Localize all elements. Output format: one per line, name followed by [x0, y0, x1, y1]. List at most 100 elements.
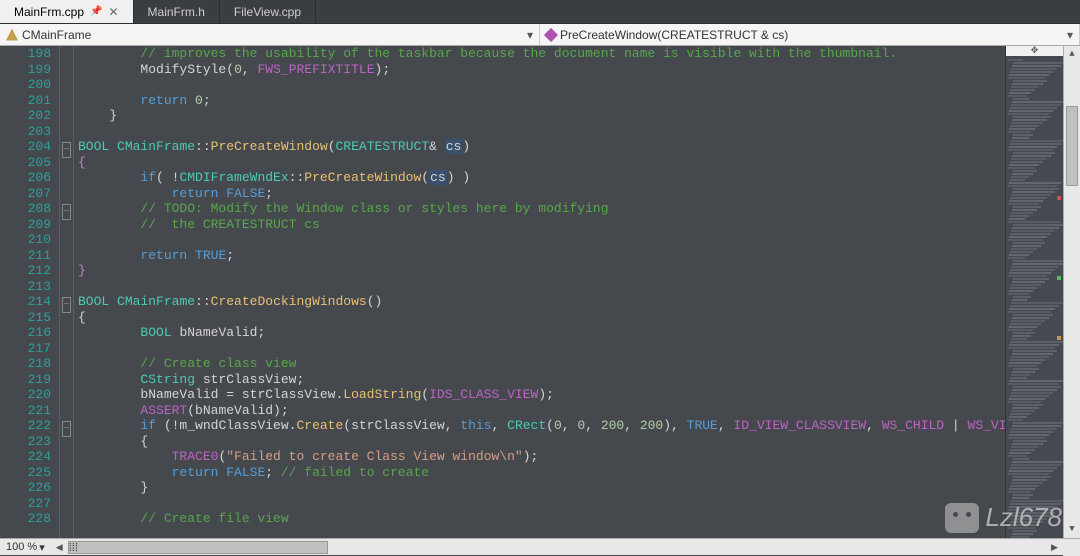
- code-line[interactable]: [78, 279, 1005, 295]
- fold-cell[interactable]: [60, 465, 73, 481]
- watermark-text: Lzl678: [985, 502, 1062, 533]
- code-line[interactable]: ASSERT(bNameValid);: [78, 403, 1005, 419]
- code-editor[interactable]: 1981992002012022032042052062072082092102…: [0, 46, 1080, 538]
- line-number: 219: [0, 372, 51, 388]
- fold-cell[interactable]: [60, 434, 73, 450]
- fold-cell[interactable]: [60, 248, 73, 264]
- fold-cell[interactable]: [60, 449, 73, 465]
- fold-cell[interactable]: −: [60, 418, 73, 434]
- line-number: 201: [0, 93, 51, 109]
- code-line[interactable]: return 0;: [78, 93, 1005, 109]
- code-line[interactable]: // the CREATESTRUCT cs: [78, 217, 1005, 233]
- scroll-left-arrow[interactable]: ◀: [51, 540, 68, 555]
- fold-cell[interactable]: [60, 372, 73, 388]
- pin-icon[interactable]: 📌: [90, 6, 102, 17]
- scroll-down-arrow[interactable]: ▼: [1064, 521, 1080, 538]
- scrollbar-thumb[interactable]: ⁞⁞⁞: [68, 541, 328, 554]
- tab-mainfrm-cpp[interactable]: MainFrm.cpp 📌 ✕: [0, 0, 134, 23]
- scrollbar-thumb[interactable]: [1066, 106, 1078, 186]
- fold-cell[interactable]: [60, 46, 73, 62]
- code-line[interactable]: CString strClassView;: [78, 372, 1005, 388]
- watermark: Lzl678: [945, 502, 1062, 533]
- code-line[interactable]: {: [78, 155, 1005, 171]
- code-line[interactable]: [78, 77, 1005, 93]
- fold-cell[interactable]: [60, 403, 73, 419]
- fold-cell[interactable]: [60, 263, 73, 279]
- fold-cell[interactable]: [60, 108, 73, 124]
- code-line[interactable]: }: [78, 263, 1005, 279]
- scrollbar-track[interactable]: ⁞⁞⁞: [68, 540, 1046, 555]
- code-line[interactable]: [78, 496, 1005, 512]
- fold-cell[interactable]: [60, 325, 73, 341]
- code-line[interactable]: {: [78, 310, 1005, 326]
- code-line[interactable]: BOOL CMainFrame::PreCreateWindow(CREATES…: [78, 139, 1005, 155]
- code-line[interactable]: BOOL CMainFrame::CreateDockingWindows(): [78, 294, 1005, 310]
- tab-label: MainFrm.h: [148, 5, 205, 19]
- code-line[interactable]: // TODO: Modify the Window class or styl…: [78, 201, 1005, 217]
- code-line[interactable]: if (!m_wndClassView.Create(strClassView,…: [78, 418, 1005, 434]
- fold-cell[interactable]: [60, 341, 73, 357]
- fold-cell[interactable]: −: [60, 201, 73, 217]
- code-line[interactable]: return TRUE;: [78, 248, 1005, 264]
- code-line[interactable]: return FALSE;: [78, 186, 1005, 202]
- fold-cell[interactable]: [60, 93, 73, 109]
- code-line[interactable]: BOOL bNameValid;: [78, 325, 1005, 341]
- line-number: 204: [0, 139, 51, 155]
- fold-cell[interactable]: −: [60, 139, 73, 155]
- vertical-scrollbar[interactable]: ▲ ▼: [1063, 46, 1080, 538]
- class-selector[interactable]: CMainFrame ▾: [0, 24, 540, 45]
- fold-cell[interactable]: −: [60, 294, 73, 310]
- code-line[interactable]: TRACE0("Failed to create Class View wind…: [78, 449, 1005, 465]
- fold-cell[interactable]: [60, 480, 73, 496]
- fold-cell[interactable]: [60, 186, 73, 202]
- fold-cell[interactable]: [60, 155, 73, 171]
- code-line[interactable]: bNameValid = strClassView.LoadString(IDS…: [78, 387, 1005, 403]
- close-icon[interactable]: ✕: [108, 5, 118, 19]
- fold-cell[interactable]: [60, 310, 73, 326]
- code-line[interactable]: [78, 124, 1005, 140]
- fold-cell[interactable]: [60, 279, 73, 295]
- code-line[interactable]: // Create class view: [78, 356, 1005, 372]
- line-number: 215: [0, 310, 51, 326]
- code-area[interactable]: // improves the usability of the taskbar…: [74, 46, 1005, 538]
- zoom-selector[interactable]: 100 % ▾: [0, 541, 51, 554]
- minimap[interactable]: ✥: [1005, 46, 1063, 538]
- line-number: 213: [0, 279, 51, 295]
- code-line[interactable]: [78, 232, 1005, 248]
- navigation-bar: CMainFrame ▾ PreCreateWindow(CREATESTRUC…: [0, 24, 1080, 46]
- tab-fileview-cpp[interactable]: FileView.cpp: [220, 0, 316, 23]
- fold-cell[interactable]: [60, 232, 73, 248]
- line-number: 224: [0, 449, 51, 465]
- fold-cell[interactable]: [60, 62, 73, 78]
- fold-cell[interactable]: [60, 124, 73, 140]
- fold-cell[interactable]: [60, 170, 73, 186]
- line-number: 222: [0, 418, 51, 434]
- scroll-right-arrow[interactable]: ▶: [1046, 540, 1063, 555]
- fold-cell[interactable]: [60, 356, 73, 372]
- code-line[interactable]: }: [78, 480, 1005, 496]
- code-line[interactable]: {: [78, 434, 1005, 450]
- fold-cell[interactable]: [60, 511, 73, 527]
- fold-cell[interactable]: [60, 217, 73, 233]
- line-number: 214: [0, 294, 51, 310]
- line-number: 216: [0, 325, 51, 341]
- minimap-move-icon[interactable]: ✥: [1006, 46, 1063, 56]
- horizontal-scrollbar[interactable]: ◀ ⁞⁞⁞ ▶: [51, 540, 1063, 555]
- fold-cell[interactable]: [60, 77, 73, 93]
- member-selector[interactable]: PreCreateWindow(CREATESTRUCT & cs) ▾: [540, 24, 1080, 45]
- code-line[interactable]: // improves the usability of the taskbar…: [78, 46, 1005, 62]
- scroll-up-arrow[interactable]: ▲: [1064, 46, 1080, 63]
- fold-column[interactable]: − − − −: [60, 46, 74, 538]
- fold-cell[interactable]: [60, 496, 73, 512]
- line-number: 199: [0, 62, 51, 78]
- tab-label: MainFrm.cpp: [14, 5, 84, 19]
- code-line[interactable]: [78, 341, 1005, 357]
- zoom-value: 100 %: [6, 541, 37, 554]
- code-line[interactable]: if( !CMDIFrameWndEx::PreCreateWindow(cs)…: [78, 170, 1005, 186]
- code-line[interactable]: }: [78, 108, 1005, 124]
- code-line[interactable]: ModifyStyle(0, FWS_PREFIXTITLE);: [78, 62, 1005, 78]
- fold-cell[interactable]: [60, 387, 73, 403]
- code-line[interactable]: // Create file view: [78, 511, 1005, 527]
- code-line[interactable]: return FALSE; // failed to create: [78, 465, 1005, 481]
- tab-mainfrm-h[interactable]: MainFrm.h: [134, 0, 220, 23]
